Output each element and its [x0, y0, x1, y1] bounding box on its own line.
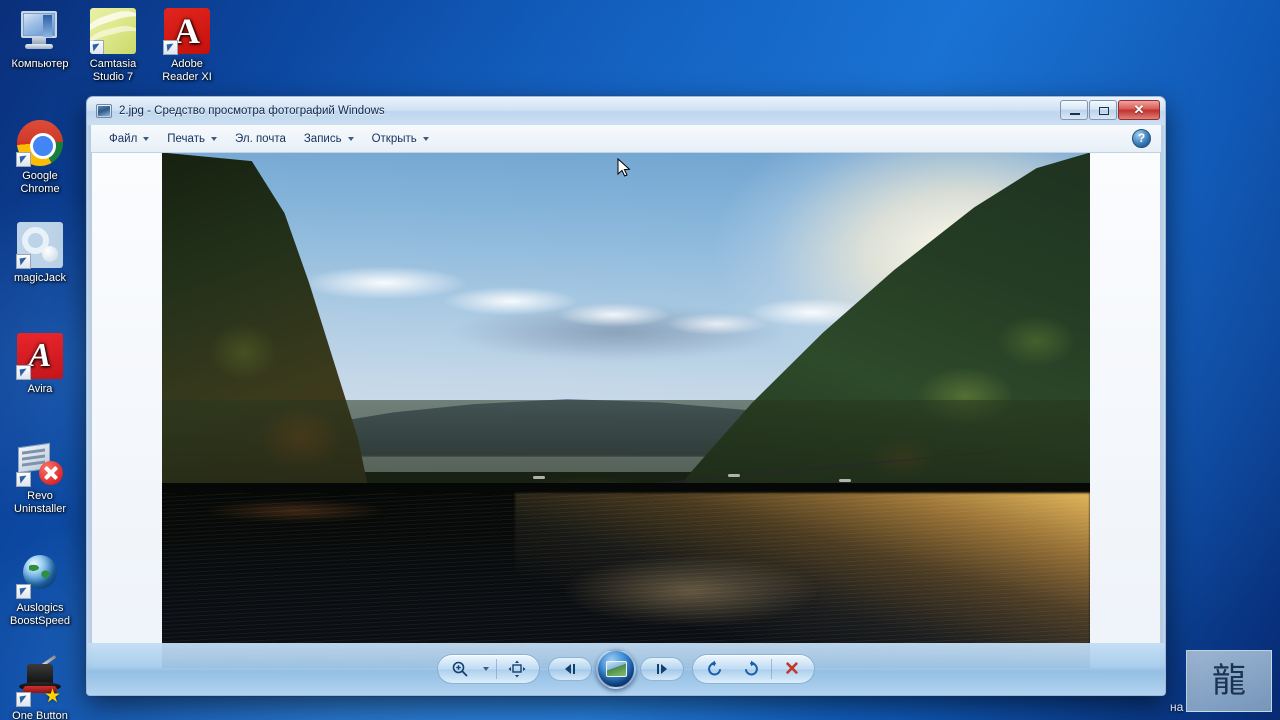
- toolbar-left-group: [437, 654, 540, 684]
- shortcut-arrow-icon: [90, 40, 104, 54]
- desktop-icon-auslogics-boostspeed[interactable]: Auslogics BoostSpeed: [2, 552, 78, 627]
- zoom-dropdown[interactable]: [478, 656, 494, 682]
- rotate-left-button[interactable]: [697, 656, 733, 682]
- chevron-down-icon: [483, 667, 489, 671]
- desktop-icon-label: One Button: [12, 710, 68, 720]
- menu-label: Эл. почта: [234, 132, 286, 145]
- window-titlebar[interactable]: 2.jpg - Средство просмотра фотографий Wi…: [87, 97, 1165, 125]
- toolbar-divider: [496, 659, 497, 679]
- revo-uninstaller-icon: [16, 440, 63, 487]
- menu-label: Печать: [167, 132, 205, 145]
- desktop-icon-google-chrome[interactable]: Google Chrome: [2, 120, 78, 195]
- desktop-icon-one-button[interactable]: ★ One Button: [2, 655, 78, 720]
- menu-item-file[interactable]: Файл: [101, 129, 157, 149]
- shortcut-arrow-icon: [16, 692, 31, 707]
- desktop-icon-label: Camtasia Studio 7: [89, 58, 137, 83]
- toolbar-nav-group: [544, 649, 688, 689]
- gadget-caption: на: [1170, 700, 1184, 714]
- toolbar-divider: [771, 659, 772, 679]
- shortcut-arrow-icon: [16, 584, 31, 599]
- viewer-toolbar: ✕: [87, 643, 1165, 695]
- image-stage: [91, 153, 1161, 669]
- desktop-icon-label: Google Chrome: [20, 170, 60, 195]
- shortcut-arrow-icon: [16, 365, 31, 380]
- desktop-icon-label: Adobe Reader XI: [162, 58, 212, 83]
- slideshow-button[interactable]: [596, 649, 636, 689]
- shortcut-arrow-icon: [16, 254, 31, 269]
- photo-viewer-icon: [96, 104, 112, 118]
- magicjack-icon: [16, 222, 63, 269]
- desktop-icon-revo-uninstaller[interactable]: Revo Uninstaller: [2, 440, 78, 515]
- desktop-icon-label: Компьютер: [11, 58, 69, 70]
- close-button[interactable]: ✕: [1118, 100, 1160, 120]
- chevron-down-icon: [143, 136, 150, 141]
- menu-label: Открыть: [371, 132, 417, 145]
- chevron-down-icon: [210, 136, 217, 141]
- zoom-button[interactable]: [442, 656, 478, 682]
- desktop-icon-avira[interactable]: A Avira: [2, 333, 78, 396]
- google-chrome-icon: [16, 120, 63, 167]
- slideshow-icon: [605, 661, 627, 677]
- desktop-icon-label: magicJack: [14, 272, 66, 284]
- auslogics-boostspeed-icon: [16, 552, 63, 599]
- computer-icon: [17, 8, 63, 54]
- next-icon: [657, 664, 667, 674]
- photo-canvas: [162, 153, 1090, 668]
- desktop-icon-camtasia-studio-7[interactable]: Camtasia Studio 7: [75, 8, 151, 83]
- next-image-button[interactable]: [640, 657, 684, 681]
- one-button-icon: ★: [16, 655, 63, 707]
- delete-button[interactable]: ✕: [774, 656, 810, 682]
- menu-label: Запись: [303, 132, 342, 145]
- help-icon[interactable]: [1132, 129, 1151, 148]
- menu-item-print[interactable]: Печать: [159, 129, 225, 149]
- zoom-icon: [452, 661, 468, 677]
- menu-item-burn[interactable]: Запись: [296, 129, 362, 149]
- rotate-right-button[interactable]: [733, 656, 769, 682]
- previous-image-button[interactable]: [548, 657, 592, 681]
- adobe-reader-icon: A: [163, 8, 210, 55]
- toolbar-right-group: ✕: [692, 654, 815, 684]
- photo-viewer-window[interactable]: 2.jpg - Средство просмотра фотографий Wi…: [86, 96, 1166, 696]
- maximize-button[interactable]: [1089, 100, 1117, 120]
- fit-to-window-button[interactable]: [499, 656, 535, 682]
- menu-label: Файл: [109, 132, 138, 145]
- desktop-icon-label: Auslogics BoostSpeed: [10, 602, 70, 627]
- shortcut-arrow-icon: [163, 40, 178, 55]
- chevron-down-icon: [347, 136, 354, 141]
- fit-to-window-icon: [508, 660, 526, 678]
- previous-icon: [565, 664, 575, 674]
- desktop-icon-label: Revo Uninstaller: [14, 490, 66, 515]
- shortcut-arrow-icon: [16, 472, 31, 487]
- photo-boat: [839, 479, 852, 483]
- menu-item-email[interactable]: Эл. почта: [227, 129, 294, 149]
- minimize-button[interactable]: [1060, 100, 1088, 120]
- desktop-icon-label: Avira: [27, 383, 53, 395]
- rotate-counterclockwise-icon: [708, 660, 721, 676]
- close-icon: ✕: [784, 658, 800, 680]
- rotate-clockwise-icon: [745, 660, 758, 676]
- menu-bar: Файл Печать Эл. почта Запись Открыть: [91, 125, 1161, 153]
- avira-icon: A: [16, 333, 63, 380]
- dragon-icon: 龍: [1212, 662, 1246, 700]
- window-controls: ✕: [1060, 100, 1160, 120]
- camtasia-icon: [90, 8, 136, 54]
- desktop-icon-magicjack[interactable]: magicJack: [2, 222, 78, 285]
- desktop-icon-adobe-reader-xi[interactable]: A Adobe Reader XI: [149, 8, 225, 83]
- desktop-icon-computer[interactable]: Компьютер: [2, 8, 78, 71]
- dragon-gadget[interactable]: 龍: [1186, 650, 1272, 712]
- photo-boat: [728, 474, 741, 478]
- photo-boat: [533, 476, 546, 480]
- chevron-down-icon: [422, 136, 429, 141]
- shortcut-arrow-icon: [16, 152, 31, 167]
- window-title: 2.jpg - Средство просмотра фотографий Wi…: [119, 105, 385, 117]
- menu-item-open[interactable]: Открыть: [364, 129, 437, 149]
